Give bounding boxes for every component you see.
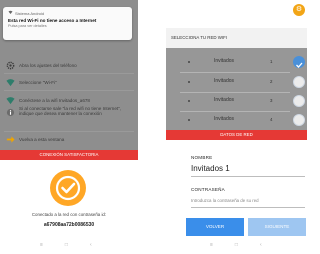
home-nav-icon[interactable]: □ (65, 242, 68, 248)
info-icon (6, 108, 15, 117)
step-return: Vuelva a esta ventana (6, 135, 134, 144)
wifi-option-1[interactable]: Invitados 1 (166, 52, 307, 72)
step-open-settings: Abra los ajustes del teléfono (6, 61, 134, 70)
select-wifi-header: SELECCIONA TU RED WIFI (166, 28, 307, 48)
notification-subtitle: Pulsa para ver detalles (8, 24, 47, 28)
password-input[interactable]: Introduzca la contraseña de su red (191, 198, 259, 203)
selected-check-icon[interactable] (293, 56, 305, 68)
radio-button[interactable] (293, 95, 305, 107)
back-button[interactable]: VOLVER (186, 218, 244, 236)
password-value: a67908aa72b0086530 (43, 222, 95, 228)
back-nav-icon[interactable]: ‹ (90, 242, 92, 248)
wifi-option-4[interactable]: Invitados 4 (166, 110, 307, 130)
network-data-bar: DATOS DE RED (166, 130, 307, 140)
arrow-icon (6, 135, 15, 144)
wifi-option-3[interactable]: Invitados 3 (166, 91, 307, 111)
radio-button[interactable] (293, 114, 305, 126)
divider (4, 73, 134, 74)
divider (4, 131, 134, 132)
wifi-icon (6, 96, 15, 105)
left-phone-screen: Sistema Android Esta red Wi-Fi no tiene … (0, 0, 138, 254)
right-phone-screen: SELECCIONA TU RED WIFI ⚙ Invitados 1 Inv… (166, 0, 307, 254)
step-select-wifi: Seleccione "Wi-Fi" (6, 78, 134, 87)
divider (191, 176, 305, 177)
connection-status-bar: CONEXIÓN SATISFACTORIA (0, 150, 138, 160)
step-connect-wifi: Conéctese a la wifi Invitados_a678 (6, 96, 134, 105)
wifi-badge-icon: ⚙ (293, 4, 305, 16)
step-keep-connection: Si al conectarse sale "la red wifi no ti… (6, 106, 134, 117)
wifi-list: Invitados 1 Invitados 2 Invitados 3 Invi… (166, 48, 307, 130)
name-label: NOMBRE (191, 155, 213, 160)
notification-title: Esta red Wi-Fi no tiene acceso a Interne… (8, 18, 97, 23)
network-name-field[interactable]: Invitados 1 (191, 164, 230, 173)
divider (4, 90, 134, 91)
back-nav-icon[interactable]: ‹ (260, 242, 262, 248)
home-nav-icon[interactable]: □ (235, 242, 238, 248)
android-navbar: ≡ □ ‹ (40, 242, 92, 248)
menu-nav-icon[interactable]: ≡ (210, 242, 213, 248)
wifi-icon (6, 78, 15, 87)
divider (191, 207, 305, 208)
check-icon (50, 170, 86, 206)
wifi-notification[interactable]: Sistema Android Esta red Wi-Fi no tiene … (3, 7, 132, 40)
notification-app: Sistema Android (15, 10, 45, 16)
next-button[interactable]: SIGUIENTE (248, 218, 306, 236)
connected-text: Conectado a la red con contraseña id: (31, 212, 107, 217)
radio-button[interactable] (293, 76, 305, 88)
android-navbar: ≡ □ ‹ (210, 242, 262, 248)
wifi-option-2[interactable]: Invitados 2 (166, 72, 307, 92)
gear-icon (6, 61, 15, 70)
menu-nav-icon[interactable]: ≡ (40, 242, 43, 248)
wifi-icon (8, 10, 13, 16)
password-label: CONTRASEÑA (191, 187, 225, 192)
